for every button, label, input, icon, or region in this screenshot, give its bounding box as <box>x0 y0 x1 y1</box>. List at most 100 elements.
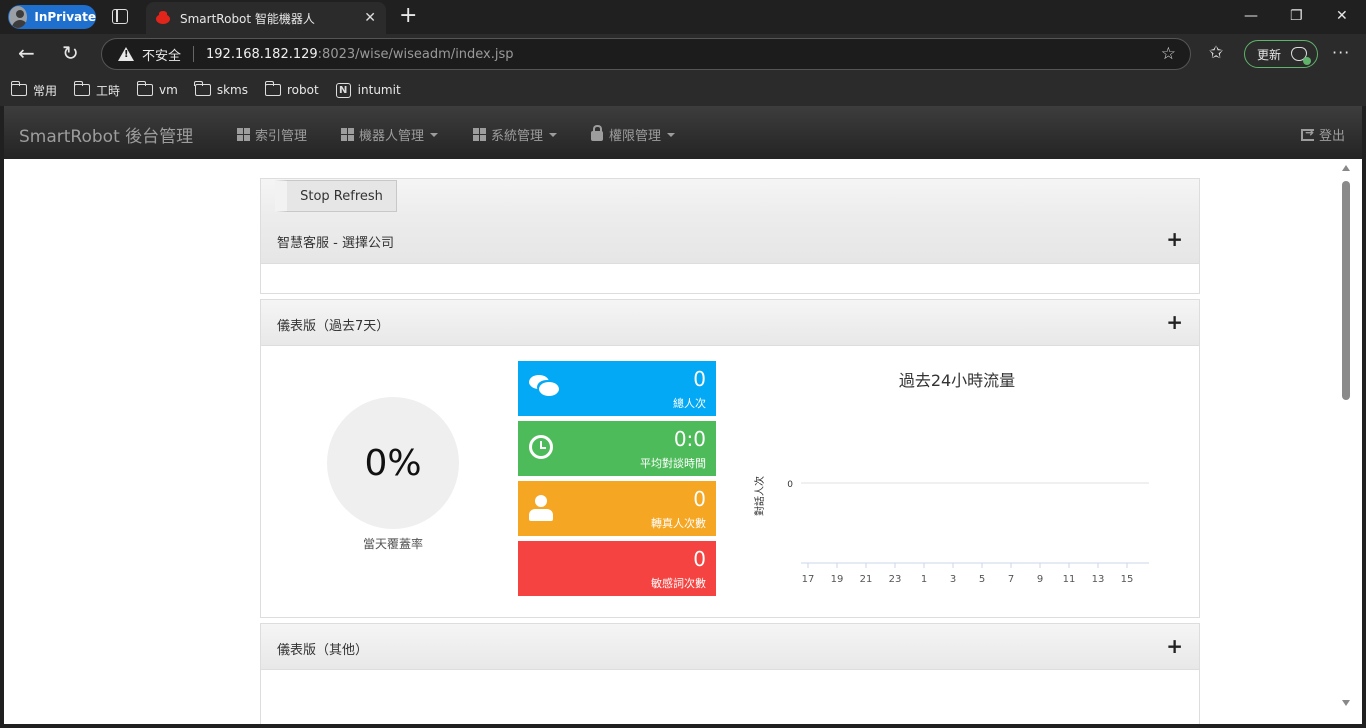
page-scrollbar[interactable] <box>1334 159 1362 724</box>
chart-x-tick-label: 3 <box>950 574 956 585</box>
chart-x-tick-label: 23 <box>889 574 902 585</box>
url-host: 192.168.182.129 <box>206 46 318 62</box>
bookmark-folder[interactable]: robot <box>264 81 319 97</box>
security-label[interactable]: 不安全 <box>142 45 181 64</box>
folder-icon <box>10 81 27 96</box>
back-icon[interactable]: ← <box>18 41 35 65</box>
bookmark-link[interactable]: Nintumit <box>335 82 401 98</box>
dashboard-other-panel-header[interactable]: 儀表版（其他） + <box>261 624 1199 670</box>
tile-value: 0 <box>693 547 706 571</box>
nav-system-management[interactable]: 系統管理 <box>473 125 558 144</box>
folder-icon <box>264 81 281 96</box>
chat-icon <box>529 375 559 396</box>
favorite-star-icon[interactable]: ☆ <box>1161 44 1176 64</box>
tile-transfer-to-human: 0 轉真人次數 <box>518 481 716 536</box>
bookmark-label: vm <box>159 83 178 97</box>
chart-y-tick-label: 0 <box>787 480 793 490</box>
tab-title: SmartRobot 智能機器人 <box>180 11 315 26</box>
page-content: Stop Refresh 智慧客服 - 選擇公司 + 儀表版（過去7天） + 0… <box>4 159 1362 724</box>
nav-label: 系統管理 <box>491 129 544 144</box>
nav-index-management[interactable]: 索引管理 <box>237 125 307 144</box>
app-brand[interactable]: SmartRobot 後台管理 <box>19 122 193 147</box>
expand-icon[interactable]: + <box>1166 312 1183 332</box>
bookmark-folder[interactable]: vm <box>136 81 178 97</box>
minimize-icon[interactable]: — <box>1244 8 1258 24</box>
tab-close-icon[interactable]: ✕ <box>364 10 376 26</box>
inprivate-label: InPrivate <box>34 10 96 24</box>
favorites-list-icon[interactable]: ✩ <box>1209 43 1223 63</box>
more-menu-icon[interactable]: ··· <box>1332 43 1350 62</box>
address-bar-row: ← ↻ 不安全 192.168.182.129 :8023/wise/wisea… <box>0 34 1366 74</box>
restore-icon[interactable]: ❐ <box>1290 8 1303 24</box>
company-panel-header[interactable]: 智慧客服 - 選擇公司 + <box>261 217 1199 264</box>
chart-title: 過去24小時流量 <box>898 371 1016 390</box>
coverage-gauge: 0% <box>327 397 459 529</box>
dashboard-panel: 儀表版（過去7天） + 0% 當天覆蓋率 0 總人次 0:0 平均對談時間 0 … <box>260 299 1200 618</box>
bookmark-label: robot <box>286 83 319 97</box>
active-tab[interactable]: SmartRobot 智能機器人 ✕ <box>146 2 386 34</box>
window-close-icon[interactable]: ✕ <box>1336 8 1348 24</box>
dashboard-other-panel-title: 儀表版（其他） <box>277 643 369 658</box>
stop-refresh-button[interactable]: Stop Refresh <box>275 180 397 212</box>
tile-sensitive-words: 0 敏感詞次數 <box>518 541 716 596</box>
bookmark-label: skms <box>216 83 248 97</box>
grid-icon <box>341 128 354 141</box>
tile-label: 敏感詞次數 <box>651 577 706 590</box>
company-panel: Stop Refresh 智慧客服 - 選擇公司 + <box>260 178 1200 294</box>
update-button[interactable]: 更新 <box>1244 40 1318 68</box>
logout-link[interactable]: 登出 <box>1301 125 1345 144</box>
bookmark-folder[interactable]: 工時 <box>73 81 121 99</box>
chart-x-tick-label: 7 <box>1008 574 1014 585</box>
chart-x-tick-label: 1 <box>921 574 927 585</box>
scroll-down-icon[interactable] <box>1342 700 1350 706</box>
expand-icon[interactable]: + <box>1166 229 1183 249</box>
bookmark-folder[interactable]: skms <box>194 81 248 97</box>
tile-value: 0 <box>693 487 706 511</box>
reload-icon[interactable]: ↻ <box>62 41 79 65</box>
profile-avatar-icon <box>9 6 28 28</box>
bookmark-label: 常用 <box>33 83 58 98</box>
tile-label: 平均對談時間 <box>640 457 706 470</box>
chart-x-tick-label: 9 <box>1037 574 1043 585</box>
url-path: :8023/wise/wiseadm/index.jsp <box>317 46 514 62</box>
dashboard-panel-header[interactable]: 儀表版（過去7天） + <box>261 300 1199 346</box>
folder-icon <box>194 81 211 96</box>
scroll-thumb[interactable] <box>1342 181 1350 400</box>
bookmark-folder[interactable]: 常用 <box>10 81 58 99</box>
url-field[interactable]: 不安全 192.168.182.129 :8023/wise/wiseadm/i… <box>101 38 1191 70</box>
browser-tab-bar: InPrivate SmartRobot 智能機器人 ✕ + — ❐ ✕ <box>0 0 1366 34</box>
dashboard-panel-title: 儀表版（過去7天） <box>277 319 390 334</box>
nav-label: 機器人管理 <box>359 129 425 144</box>
warning-icon <box>118 47 134 61</box>
grid-icon <box>237 128 250 141</box>
nav-permission-management[interactable]: 權限管理 <box>591 125 676 144</box>
bookmarks-bar: 常用 工時 vm skms robot Nintumit <box>0 74 1366 106</box>
chart-y-axis-label: 對話人次 <box>753 476 766 516</box>
user-icon <box>529 495 553 521</box>
bookmark-label: intumit <box>357 83 401 97</box>
url-separator <box>193 46 195 62</box>
tab-actions-icon[interactable] <box>112 9 128 24</box>
nav-label: 索引管理 <box>255 129 308 144</box>
chart-x-tick-label: 13 <box>1092 574 1105 585</box>
chart-x-tick-label: 15 <box>1121 574 1134 585</box>
dashboard-other-panel: 儀表版（其他） + <box>260 623 1200 724</box>
folder-icon <box>136 81 154 96</box>
grid-icon <box>473 128 486 141</box>
scroll-up-icon[interactable] <box>1342 165 1350 171</box>
caret-down-icon <box>430 132 439 137</box>
new-tab-icon[interactable]: + <box>399 5 417 27</box>
logout-icon <box>1301 126 1314 141</box>
tile-total-visits: 0 總人次 <box>518 361 716 416</box>
update-label: 更新 <box>1257 47 1282 62</box>
bookmark-label: 工時 <box>96 83 121 98</box>
caret-down-icon <box>549 132 558 137</box>
chart-x-tick-label: 11 <box>1063 574 1076 585</box>
tile-label: 轉真人次數 <box>651 517 706 530</box>
inprivate-profile-button[interactable]: InPrivate <box>8 5 96 29</box>
clock-icon <box>529 435 553 459</box>
refresh-bar: Stop Refresh <box>261 179 1199 217</box>
nav-robot-management[interactable]: 機器人管理 <box>341 125 439 144</box>
expand-icon[interactable]: + <box>1166 636 1183 656</box>
tile-avg-chat-time: 0:0 平均對談時間 <box>518 421 716 476</box>
